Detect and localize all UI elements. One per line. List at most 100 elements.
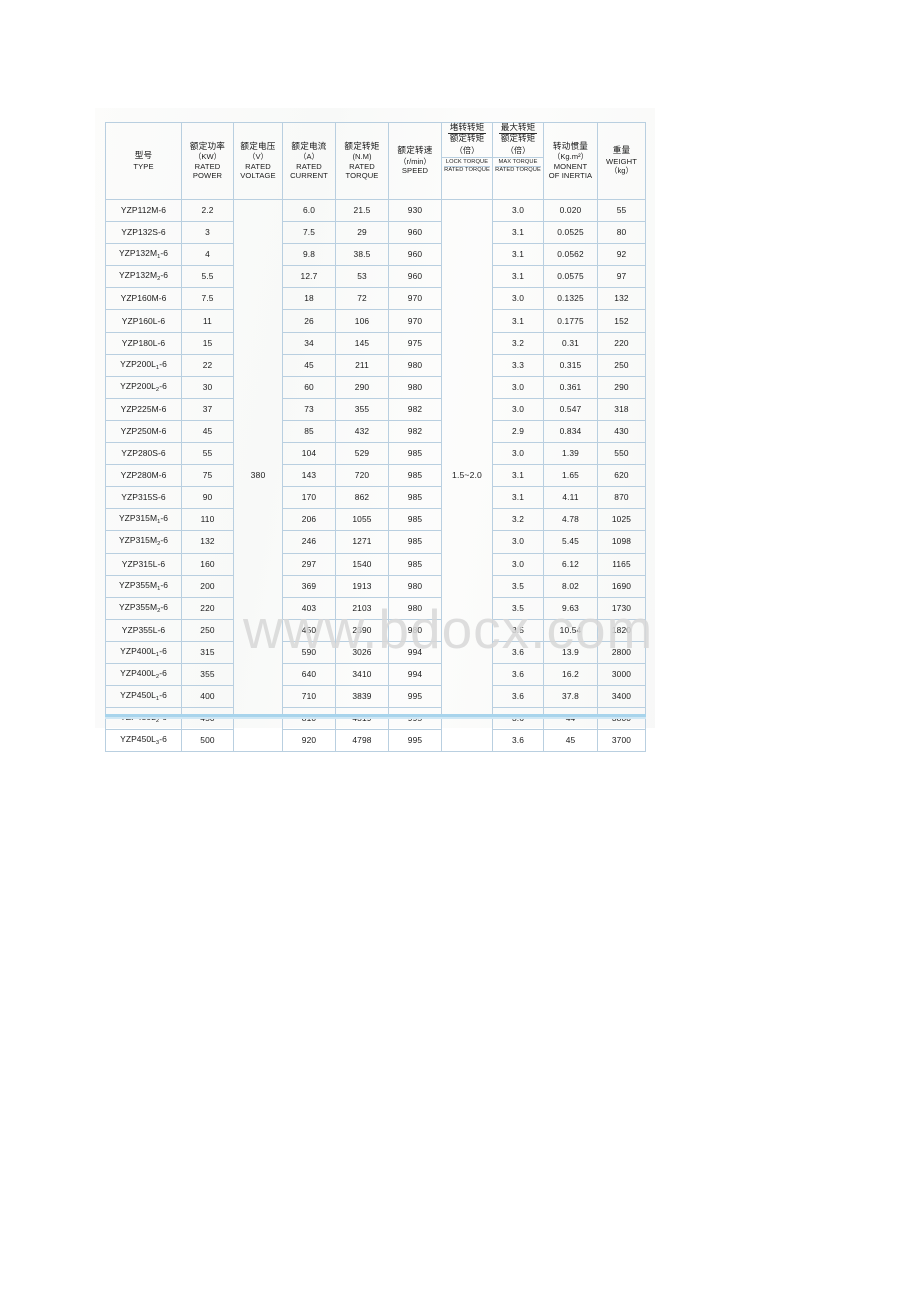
- cell-weight: 3400: [597, 685, 646, 709]
- header-rated-voltage: 额定电压 （V） RATED VOLTAGE: [233, 122, 283, 200]
- cell-rated-torque: 720: [335, 464, 389, 488]
- table-header: 型号 TYPE 额定功率 （KW） RATED POWER 额定电压 （V） R…: [105, 122, 646, 200]
- header-lock-torque-unit: （倍）: [454, 144, 480, 155]
- table-row: YZP160M-6 7.5 18 72 970 3.0 0.1325 132: [105, 287, 646, 311]
- header-type: 型号 TYPE: [105, 122, 182, 200]
- cell-moment-of-inertia: 45: [543, 729, 598, 753]
- cell-rated-current: 104: [282, 442, 336, 466]
- cell-rated-current: 26: [282, 309, 336, 333]
- cell-type: YZP315S-6: [105, 486, 182, 510]
- table-row: YZP355M2-6 220 403 2103 980 3.5 9.63 1730: [105, 596, 646, 620]
- header-max-torque-unit: （倍）: [505, 144, 531, 155]
- type-subscript: 2: [155, 674, 160, 681]
- header-rated-power-cn: 额定功率: [189, 141, 226, 152]
- table-row: YZP315S-6 90 170 862 985 3.1 4.11 870: [105, 486, 646, 510]
- cell-max-torque-ratio: 3.5: [492, 596, 544, 620]
- cell-weight: 318: [597, 397, 646, 421]
- cell-moment-of-inertia: 0.834: [543, 419, 598, 444]
- cell-rated-current: 403: [282, 596, 336, 620]
- cell-rated-speed: 985: [388, 552, 442, 576]
- cell-weight: 870: [597, 486, 646, 510]
- document-page: www.bdocx.com 型号 TYPE 额定功率 （KW） RATED PO…: [0, 0, 920, 1302]
- table-row: YZP450L3-6 500 920 4798 995 3.6 45 3700: [105, 729, 646, 753]
- cell-moment-of-inertia: 6.12: [543, 552, 598, 576]
- cell-max-torque-ratio: 3.0: [492, 530, 544, 554]
- cell-rated-current: 7.5: [282, 221, 336, 245]
- header-rated-voltage-cn: 额定电压: [240, 141, 276, 152]
- header-rated-speed-cn: 额定转速: [397, 146, 433, 157]
- cell-type: YZP355M2-6: [105, 596, 182, 620]
- cell-rated-power: 110: [181, 508, 234, 532]
- cell-rated-torque: 29: [335, 221, 389, 245]
- header-type-en: TYPE: [133, 161, 154, 171]
- cell-type: YZP132M2-6: [105, 265, 182, 289]
- cell-rated-power: 355: [181, 662, 234, 687]
- cell-rated-power: 7.5: [181, 287, 234, 311]
- cell-weight: 80: [597, 221, 646, 245]
- cell-rated-current: 920: [282, 729, 336, 753]
- header-inertia-unit: （Kg.m²）: [552, 152, 589, 162]
- cell-type: YZP225M-6: [105, 397, 182, 421]
- cell-rated-power: 45: [181, 419, 234, 444]
- cell-rated-power: 30: [181, 375, 234, 399]
- cell-rated-speed: 994: [388, 662, 442, 687]
- cell-rated-torque: 1540: [335, 552, 389, 576]
- cell-weight: 250: [597, 353, 646, 377]
- type-subscript: 1: [155, 364, 160, 371]
- header-rated-torque-en2: TORQUE: [345, 170, 379, 180]
- type-subscript: 1: [155, 696, 160, 703]
- cell-type: YZP280M-6: [105, 464, 182, 488]
- cell-rated-speed: 960: [388, 265, 442, 289]
- cell-max-torque-ratio: 3.6: [492, 640, 544, 664]
- header-max-torque-en-num: MAX TORQUE: [493, 156, 543, 167]
- cell-max-torque-ratio: 3.5: [492, 574, 544, 598]
- cell-rated-torque: 21.5: [335, 198, 389, 223]
- table-row: YZP200L2-6 30 60 290 980 3.0 0.361 290: [105, 375, 646, 399]
- cell-rated-current: 450: [282, 618, 336, 642]
- cell-type: YZP160L-6: [105, 309, 182, 333]
- header-rated-torque-unit: (N.M): [352, 152, 372, 162]
- cell-weight: 1690: [597, 574, 646, 598]
- cell-rated-current: 85: [282, 419, 336, 444]
- cell-rated-power: 132: [181, 530, 234, 554]
- type-subscript: 1: [155, 651, 160, 658]
- table-row: YZP280S-6 55 104 529 985 3.0 1.39 550: [105, 442, 646, 466]
- cell-rated-current: 143: [282, 464, 336, 488]
- cell-weight: 1730: [597, 596, 646, 620]
- header-lock-torque-en-num: LOCK TORQUE: [442, 156, 492, 167]
- cell-rated-voltage-merged: 380: [233, 198, 283, 753]
- cell-rated-current: 18: [282, 287, 336, 311]
- type-subscript: 1: [157, 585, 161, 592]
- cell-rated-speed: 960: [388, 221, 442, 245]
- type-subscript: 2: [157, 541, 161, 548]
- cell-rated-current: 369: [282, 574, 336, 598]
- cell-rated-power: 75: [181, 464, 234, 488]
- cell-moment-of-inertia: 0.0562: [543, 243, 598, 267]
- cell-moment-of-inertia: 0.020: [543, 198, 598, 223]
- header-max-torque-cn-den: 额定转矩: [500, 134, 536, 145]
- cell-moment-of-inertia: 4.78: [543, 508, 598, 532]
- cell-type: YZP315L-6: [105, 552, 182, 576]
- cell-type: YZP355L-6: [105, 618, 182, 642]
- cell-max-torque-ratio: 3.2: [492, 508, 544, 532]
- cell-rated-power: 220: [181, 596, 234, 620]
- header-rated-torque: 额定转矩 (N.M) RATED TORQUE: [335, 122, 389, 200]
- cell-rated-torque: 2390: [335, 618, 389, 642]
- cell-rated-torque: 3410: [335, 662, 389, 687]
- cell-rated-power: 37: [181, 397, 234, 421]
- cell-rated-current: 710: [282, 685, 336, 709]
- cell-moment-of-inertia: 5.45: [543, 530, 598, 554]
- header-inertia-en1: MONENT: [553, 161, 588, 171]
- type-subscript: 1: [157, 254, 161, 261]
- cell-rated-speed: 985: [388, 508, 442, 532]
- cell-rated-power: 11: [181, 309, 234, 333]
- table-row: YZP315M1-6 110 206 1055 985 3.2 4.78 1025: [105, 508, 646, 532]
- header-rated-current-cn: 额定电流: [291, 141, 327, 152]
- cell-rated-torque: 211: [335, 353, 389, 377]
- table-bottom-rule-soft: [105, 717, 646, 719]
- cell-max-torque-ratio: 3.0: [492, 442, 544, 466]
- cell-rated-current: 12.7: [282, 265, 336, 289]
- cell-max-torque-ratio: 3.3: [492, 353, 544, 377]
- cell-moment-of-inertia: 0.315: [543, 353, 598, 377]
- cell-moment-of-inertia: 0.1325: [543, 287, 598, 311]
